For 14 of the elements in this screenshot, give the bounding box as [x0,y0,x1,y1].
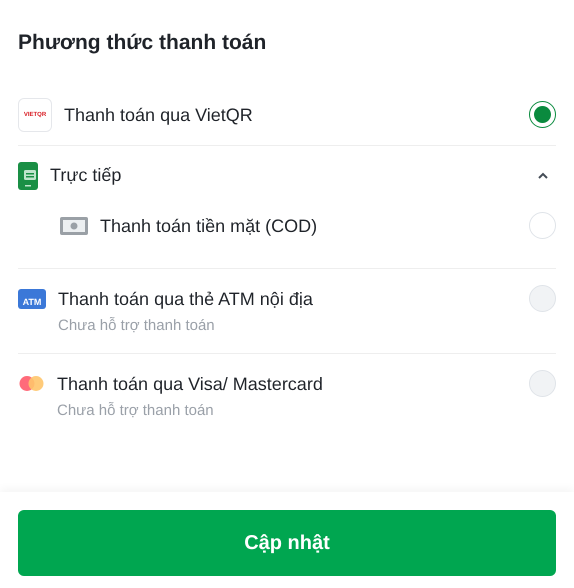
atm-card-icon: ATM [18,288,46,308]
option-label: Thanh toán qua thẻ ATM nội địa [58,288,313,311]
radio-button[interactable] [529,100,556,128]
banknote-icon [60,216,88,234]
option-label: Thanh toán tiền mặt (COD) [100,214,318,238]
update-button[interactable]: Cập nhật [18,510,556,576]
group-label: Trực tiếp [50,164,122,187]
option-label: Thanh toán qua Visa/ Mastercard [57,372,323,396]
mastercard-icon [18,375,45,392]
option-label: Thanh toán qua VietQR [64,104,253,127]
payment-terminal-icon [18,162,38,190]
option-note: Chưa hỗ trợ thanh toán [58,316,216,336]
dialog-title: Phương thức thanh toán [18,30,268,56]
option-note: Chưa hỗ trợ thanh toán [57,400,215,420]
